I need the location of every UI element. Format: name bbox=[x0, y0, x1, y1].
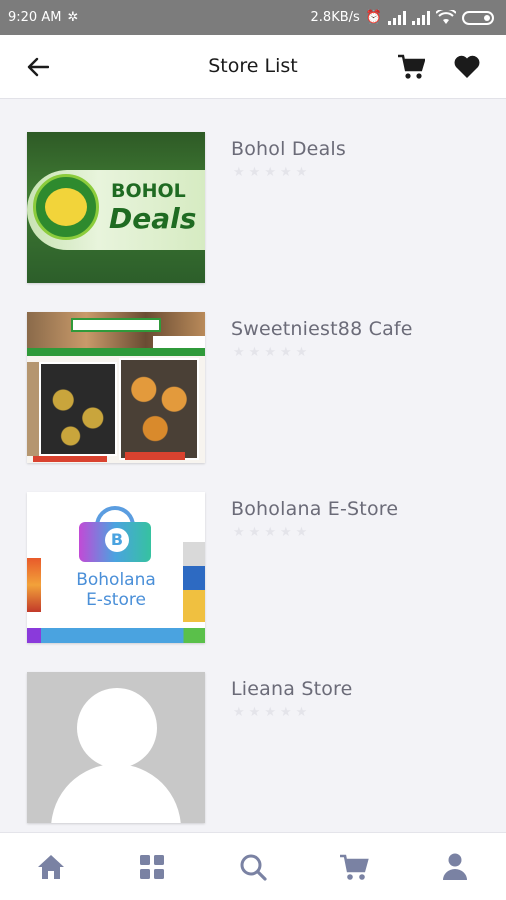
star-icon: ★ bbox=[233, 705, 245, 720]
star-icon: ★ bbox=[264, 165, 276, 180]
avatar-placeholder-head bbox=[77, 688, 157, 768]
star-icon: ★ bbox=[248, 705, 261, 720]
bottom-nav bbox=[0, 832, 506, 900]
status-right: 2.8KB/s ⏰ bbox=[311, 10, 494, 25]
nav-home-button[interactable] bbox=[33, 851, 69, 883]
thumb-text-line2: E-store bbox=[86, 590, 146, 610]
star-icon: ★ bbox=[279, 525, 292, 540]
wifi-icon bbox=[436, 10, 456, 24]
status-time: 9:20 AM bbox=[8, 10, 62, 25]
store-name: Bohol Deals bbox=[231, 138, 346, 160]
thumb-photo bbox=[39, 362, 117, 456]
store-item[interactable]: Sweetniest88 Cafe ★ ★ ★ ★ ★ bbox=[0, 312, 506, 472]
store-name: Lieana Store bbox=[231, 678, 353, 700]
store-item[interactable]: BOHOL Deals Bohol Deals ★ ★ ★ ★ ★ bbox=[0, 132, 506, 292]
thumb-text-line2: Deals bbox=[109, 202, 197, 235]
nav-categories-button[interactable] bbox=[134, 851, 170, 883]
thumb-text-line1: BOHOL bbox=[111, 180, 186, 202]
handshake-icon bbox=[45, 188, 87, 226]
store-rating: ★ ★ ★ ★ ★ bbox=[233, 166, 307, 179]
page-title: Store List bbox=[208, 55, 298, 77]
star-icon: ★ bbox=[248, 525, 261, 540]
thumb-band bbox=[27, 348, 205, 356]
avatar-placeholder-body bbox=[51, 764, 181, 823]
store-item[interactable]: Lieana Store ★ ★ ★ ★ ★ bbox=[0, 672, 506, 832]
star-icon: ★ bbox=[248, 345, 261, 360]
star-icon: ★ bbox=[233, 345, 245, 360]
store-item[interactable]: B Boholana E-store Boholana E-Store ★ ★ ★ ★… bbox=[0, 492, 506, 652]
store-rating: ★ ★ ★ ★ ★ bbox=[233, 346, 307, 359]
thumb-label bbox=[153, 336, 205, 348]
grid-icon bbox=[140, 855, 164, 879]
store-rating: ★ ★ ★ ★ ★ bbox=[233, 706, 307, 719]
star-icon: ★ bbox=[279, 705, 292, 720]
status-bar: 9:20 AM ✲ 2.8KB/s ⏰ bbox=[0, 0, 506, 35]
user-icon bbox=[443, 853, 467, 880]
notification-icon: ✲ bbox=[67, 10, 79, 25]
status-left: 9:20 AM ✲ bbox=[8, 10, 78, 25]
store-list: BOHOL Deals Bohol Deals ★ ★ ★ ★ ★ Sweetniest… bbox=[0, 100, 506, 832]
star-icon: ★ bbox=[295, 345, 308, 360]
signal-icon bbox=[412, 10, 430, 25]
star-icon: ★ bbox=[295, 705, 308, 720]
thumb-photo bbox=[119, 358, 199, 460]
heart-icon bbox=[454, 55, 480, 78]
store-thumbnail bbox=[27, 672, 205, 823]
thumb-caption bbox=[125, 452, 185, 460]
store-name: Boholana E-Store bbox=[231, 498, 399, 520]
cart-button[interactable] bbox=[394, 51, 428, 83]
star-icon: ★ bbox=[264, 345, 276, 360]
star-icon: ★ bbox=[248, 165, 261, 180]
thumb-text-line1: Boholana bbox=[76, 570, 156, 590]
thumb-band bbox=[27, 628, 205, 643]
star-icon: ★ bbox=[233, 165, 245, 180]
nav-cart-button[interactable] bbox=[336, 851, 372, 883]
search-icon bbox=[240, 854, 267, 881]
signal-icon bbox=[388, 10, 406, 25]
star-icon: ★ bbox=[264, 525, 276, 540]
thumb-label bbox=[71, 318, 161, 332]
store-thumbnail: B Boholana E-store bbox=[27, 492, 205, 643]
app-header: Store List bbox=[0, 35, 506, 99]
home-icon bbox=[38, 855, 64, 879]
store-thumbnail: BOHOL Deals bbox=[27, 132, 205, 283]
star-icon: ★ bbox=[279, 165, 292, 180]
cart-icon bbox=[398, 54, 425, 79]
thumb-badge: B bbox=[105, 528, 129, 552]
star-icon: ★ bbox=[233, 525, 245, 540]
nav-profile-button[interactable] bbox=[437, 851, 473, 883]
thumb-photo bbox=[27, 362, 39, 456]
alarm-icon: ⏰ bbox=[365, 10, 382, 25]
star-icon: ★ bbox=[279, 345, 292, 360]
star-icon: ★ bbox=[264, 705, 276, 720]
star-icon: ★ bbox=[295, 525, 308, 540]
store-name: Sweetniest88 Cafe bbox=[231, 318, 413, 340]
star-icon: ★ bbox=[295, 165, 308, 180]
battery-icon bbox=[462, 10, 494, 25]
cart-icon bbox=[340, 854, 369, 880]
thumb-caption bbox=[33, 456, 107, 462]
store-rating: ★ ★ ★ ★ ★ bbox=[233, 526, 307, 539]
store-thumbnail bbox=[27, 312, 205, 463]
favorites-button[interactable] bbox=[450, 51, 484, 83]
network-speed: 2.8KB/s bbox=[310, 10, 360, 25]
nav-search-button[interactable] bbox=[235, 851, 271, 883]
